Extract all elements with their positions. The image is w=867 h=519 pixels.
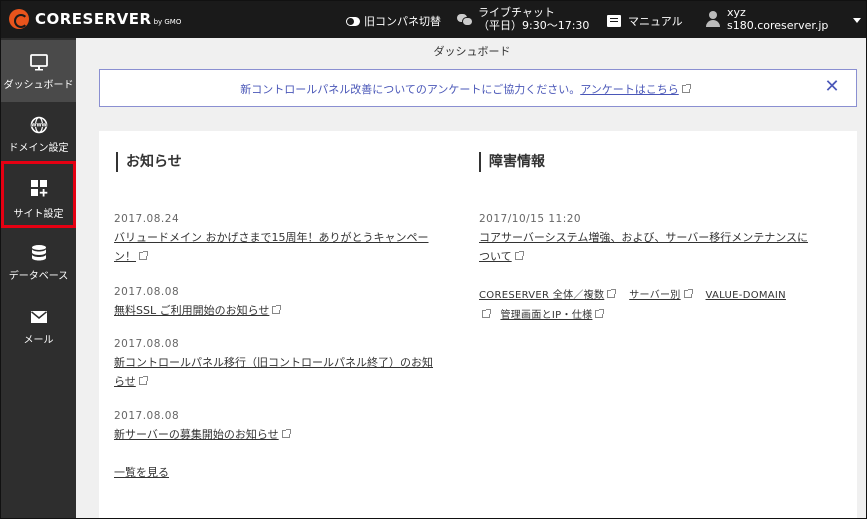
logo-sub: by GMO [153, 17, 182, 26]
survey-notice: 新コントロールパネル改善についてのアンケートにご協力ください。アンケートはこちら… [99, 69, 857, 107]
mail-icon [31, 311, 47, 323]
external-link-icon [482, 309, 491, 318]
manual-label: マニュアル [628, 15, 683, 28]
sidebar-item-label: データベース [8, 271, 69, 282]
book-icon [607, 15, 621, 27]
user-icon [706, 11, 720, 27]
sidebar-item-site-settings[interactable]: サイト設定 [1, 161, 76, 228]
external-link-icon [607, 289, 617, 298]
svg-text:WWW: WWW [31, 123, 46, 129]
legacy-toggle-label: 旧コンパネ切替 [364, 15, 441, 28]
logo[interactable]: CORESERVER by GMO [9, 9, 181, 29]
chat-icon [457, 13, 473, 26]
failure-date: 2017/10/15 11:20 [479, 213, 582, 225]
failure-item: 2017/10/15 11:20 コアサーバーシステム増強、および、サーバー移行… [479, 213, 839, 266]
failure-info-heading: 障害情報 [479, 152, 545, 172]
external-link-icon [595, 309, 605, 318]
sidebar-item-label: ダッシュボード [3, 80, 74, 91]
external-link-icon [681, 84, 691, 93]
sidebar-item-mail[interactable]: メール [1, 295, 76, 357]
news-date: 2017.08.08 [114, 286, 180, 298]
news-title-link[interactable]: 新コントロールパネル移行（旧コントロールパネル終了）のお知 らせ [114, 353, 444, 391]
failure-link-row: 管理画面とIP・仕様 [479, 306, 605, 321]
news-date: 2017.08.08 [114, 338, 180, 350]
toggle-icon [346, 16, 360, 26]
news-item: 2017.08.08 新サーバーの募集開始のお知らせ [114, 410, 444, 444]
grid-plus-icon [31, 180, 48, 197]
user-menu[interactable]: xyz s180.coreserver.jp [706, 6, 828, 32]
monitor-icon [30, 54, 48, 71]
main-content: ダッシュボード 新コントロールパネル改善についてのアンケートにご協力ください。ア… [76, 38, 866, 518]
news-title-link[interactable]: 新サーバーの募集開始のお知らせ [114, 425, 444, 444]
logo-text: CORESERVER [35, 10, 152, 28]
external-link-icon [139, 251, 148, 260]
sidebar-item-label: サイト設定 [13, 209, 64, 220]
notice-message: 新コントロールパネル改善についてのアンケートにご協力ください。 [240, 83, 581, 96]
chat-hours: （平日）9:30〜17:30 [478, 19, 590, 32]
sidebar-item-label: メール [23, 335, 54, 346]
failure-link-server[interactable]: サーバー別 [629, 290, 680, 301]
news-item: 2017.08.08 無料SSL ご利用開始のお知らせ [114, 286, 444, 320]
www-globe-icon: WWW [30, 116, 48, 134]
legacy-panel-toggle[interactable]: 旧コンパネ切替 [346, 13, 441, 29]
sidebar: ダッシュボード WWW ドメイン設定 サイト設定 データベース メール [1, 38, 76, 518]
failure-link-admin-ip[interactable]: 管理画面とIP・仕様 [500, 310, 592, 321]
close-icon[interactable]: ✕ [824, 78, 840, 96]
failure-link-value-domain[interactable]: VALUE-DOMAIN [706, 290, 786, 301]
user-name: xyz [727, 6, 746, 19]
info-card: お知らせ 2017.08.24 バリュードメイン おかげさまで15周年！ありがと… [99, 131, 857, 518]
news-item: 2017.08.24 バリュードメイン おかげさまで15周年！ありがとうキャンペ… [114, 213, 444, 266]
sidebar-item-label: ドメイン設定 [8, 143, 69, 154]
failure-title-link[interactable]: コアサーバーシステム増強、および、サーバー移行メンテナンスに ついて [479, 228, 839, 266]
user-server: s180.coreserver.jp [727, 19, 829, 32]
database-icon [32, 245, 46, 261]
external-link-icon [272, 305, 282, 314]
failure-link-coreserver[interactable]: CORESERVER 全体／複数 [479, 290, 604, 301]
view-all-news-link[interactable]: 一覧を見る [114, 464, 169, 480]
news-title-link[interactable]: バリュードメイン おかげさまで15周年！ありがとうキャンペー ン！ [114, 228, 444, 266]
sidebar-item-dashboard[interactable]: ダッシュボード [1, 40, 76, 102]
survey-link[interactable]: アンケートはこちら [580, 83, 679, 96]
sidebar-item-database[interactable]: データベース [1, 231, 76, 293]
external-link-icon [138, 376, 148, 385]
app-window: CORESERVER by GMO 旧コンパネ切替 ライブチャット （平日）9:… [0, 0, 867, 519]
top-bar: CORESERVER by GMO 旧コンパネ切替 ライブチャット （平日）9:… [1, 1, 866, 38]
external-link-icon [281, 429, 291, 438]
external-link-icon [683, 289, 693, 298]
news-date: 2017.08.08 [114, 410, 180, 422]
coreserver-logo-icon [9, 9, 29, 29]
news-title-link[interactable]: 無料SSL ご利用開始のお知らせ [114, 301, 444, 320]
live-chat-link[interactable]: ライブチャット （平日）9:30〜17:30 [457, 6, 589, 32]
chat-title: ライブチャット [478, 6, 555, 19]
manual-link[interactable]: マニュアル [607, 13, 683, 29]
notice-text: 新コントロールパネル改善についてのアンケートにご協力ください。アンケートはこちら [100, 81, 830, 97]
page-title: ダッシュボード [433, 45, 511, 58]
news-date: 2017.08.24 [114, 213, 180, 225]
external-link-icon [514, 251, 524, 260]
chevron-down-icon[interactable] [853, 18, 861, 23]
sidebar-item-domain[interactable]: WWW ドメイン設定 [1, 103, 76, 165]
news-heading: お知らせ [116, 152, 182, 172]
news-item: 2017.08.08 新コントロールパネル移行（旧コントロールパネル終了）のお知… [114, 338, 444, 391]
failure-link-row: CORESERVER 全体／複数 サーバー別 VALUE-DOMAIN [479, 286, 786, 301]
